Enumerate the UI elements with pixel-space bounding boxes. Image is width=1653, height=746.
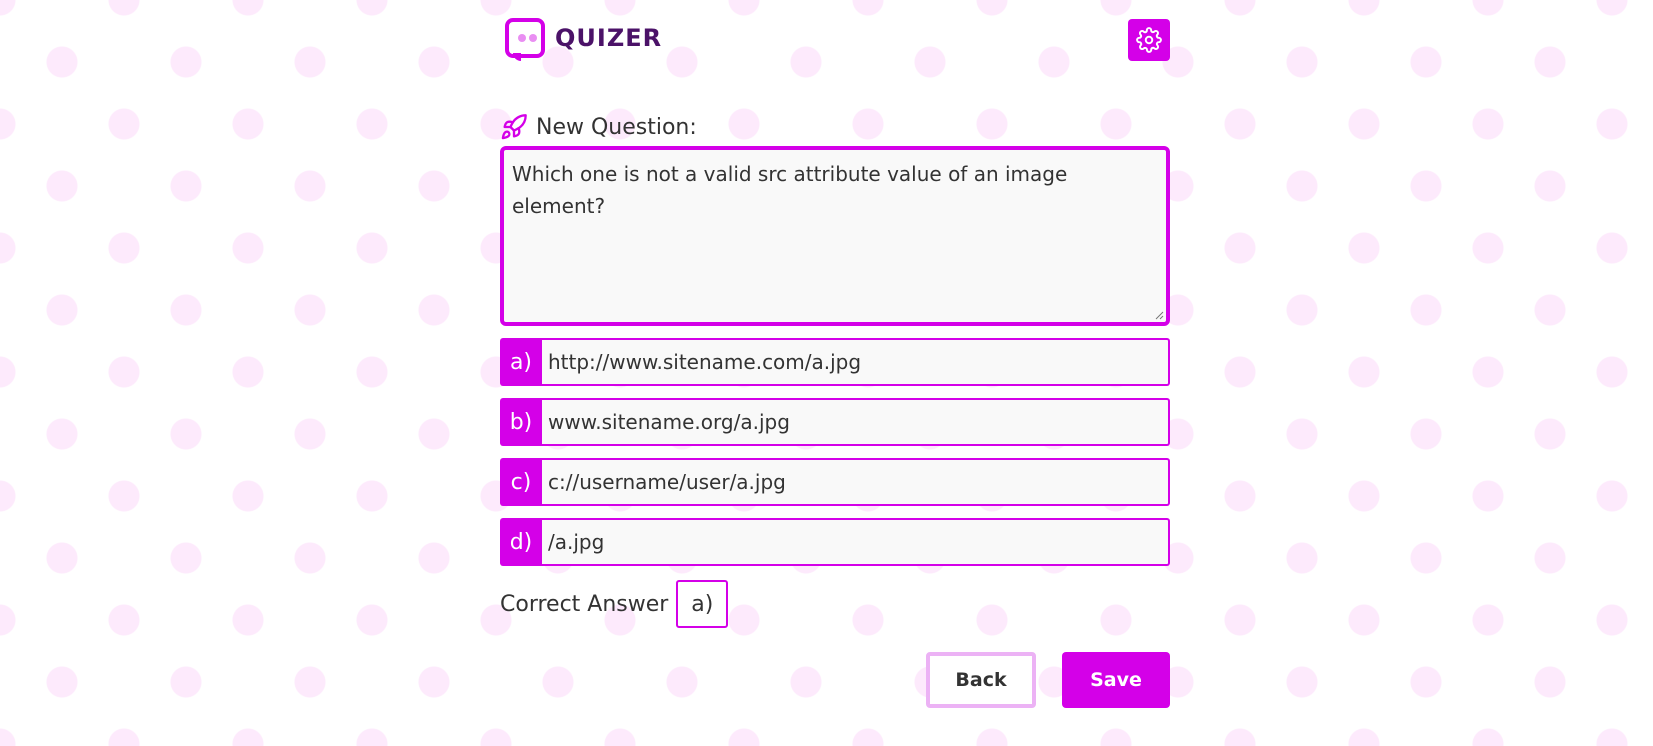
option-c: c) c://username/user/a.jpg [500,458,1170,506]
logo-text: QUIZER [555,24,663,52]
question-textarea[interactable]: Which one is not a valid src attribute v… [500,146,1170,326]
option-d: d) /a.jpg [500,518,1170,566]
option-b: b) www.sitename.org/a.jpg [500,398,1170,446]
option-c-input[interactable]: c://username/user/a.jpg [542,458,1170,506]
option-letter: d) [500,518,542,566]
rocket-icon [500,113,528,141]
resize-handle-icon[interactable] [1154,310,1164,320]
option-letter: c) [500,458,542,506]
option-d-input[interactable]: /a.jpg [542,518,1170,566]
save-button[interactable]: Save [1062,652,1170,708]
question-label-text: New Question: [536,114,697,140]
correct-answer-select[interactable]: a) [676,580,729,628]
logo-icon [505,18,545,61]
option-b-input[interactable]: www.sitename.org/a.jpg [542,398,1170,446]
gear-icon [1136,27,1162,53]
option-letter: a) [500,338,542,386]
header: QUIZER [500,18,1170,64]
back-button[interactable]: Back [926,652,1036,708]
correct-answer-row: Correct Answer a) [500,580,1170,628]
correct-answer-label: Correct Answer [500,591,669,617]
question-label: New Question: [500,112,1170,142]
quiz-editor: QUIZER New Question: Which one is not a … [500,18,1170,708]
option-a-input[interactable]: http://www.sitename.com/a.jpg [542,338,1170,386]
settings-button[interactable] [1128,19,1170,61]
logo: QUIZER [505,18,663,61]
option-letter: b) [500,398,542,446]
question-text: Which one is not a valid src attribute v… [512,162,1068,218]
action-bar: Back Save [500,652,1170,708]
option-a: a) http://www.sitename.com/a.jpg [500,338,1170,386]
